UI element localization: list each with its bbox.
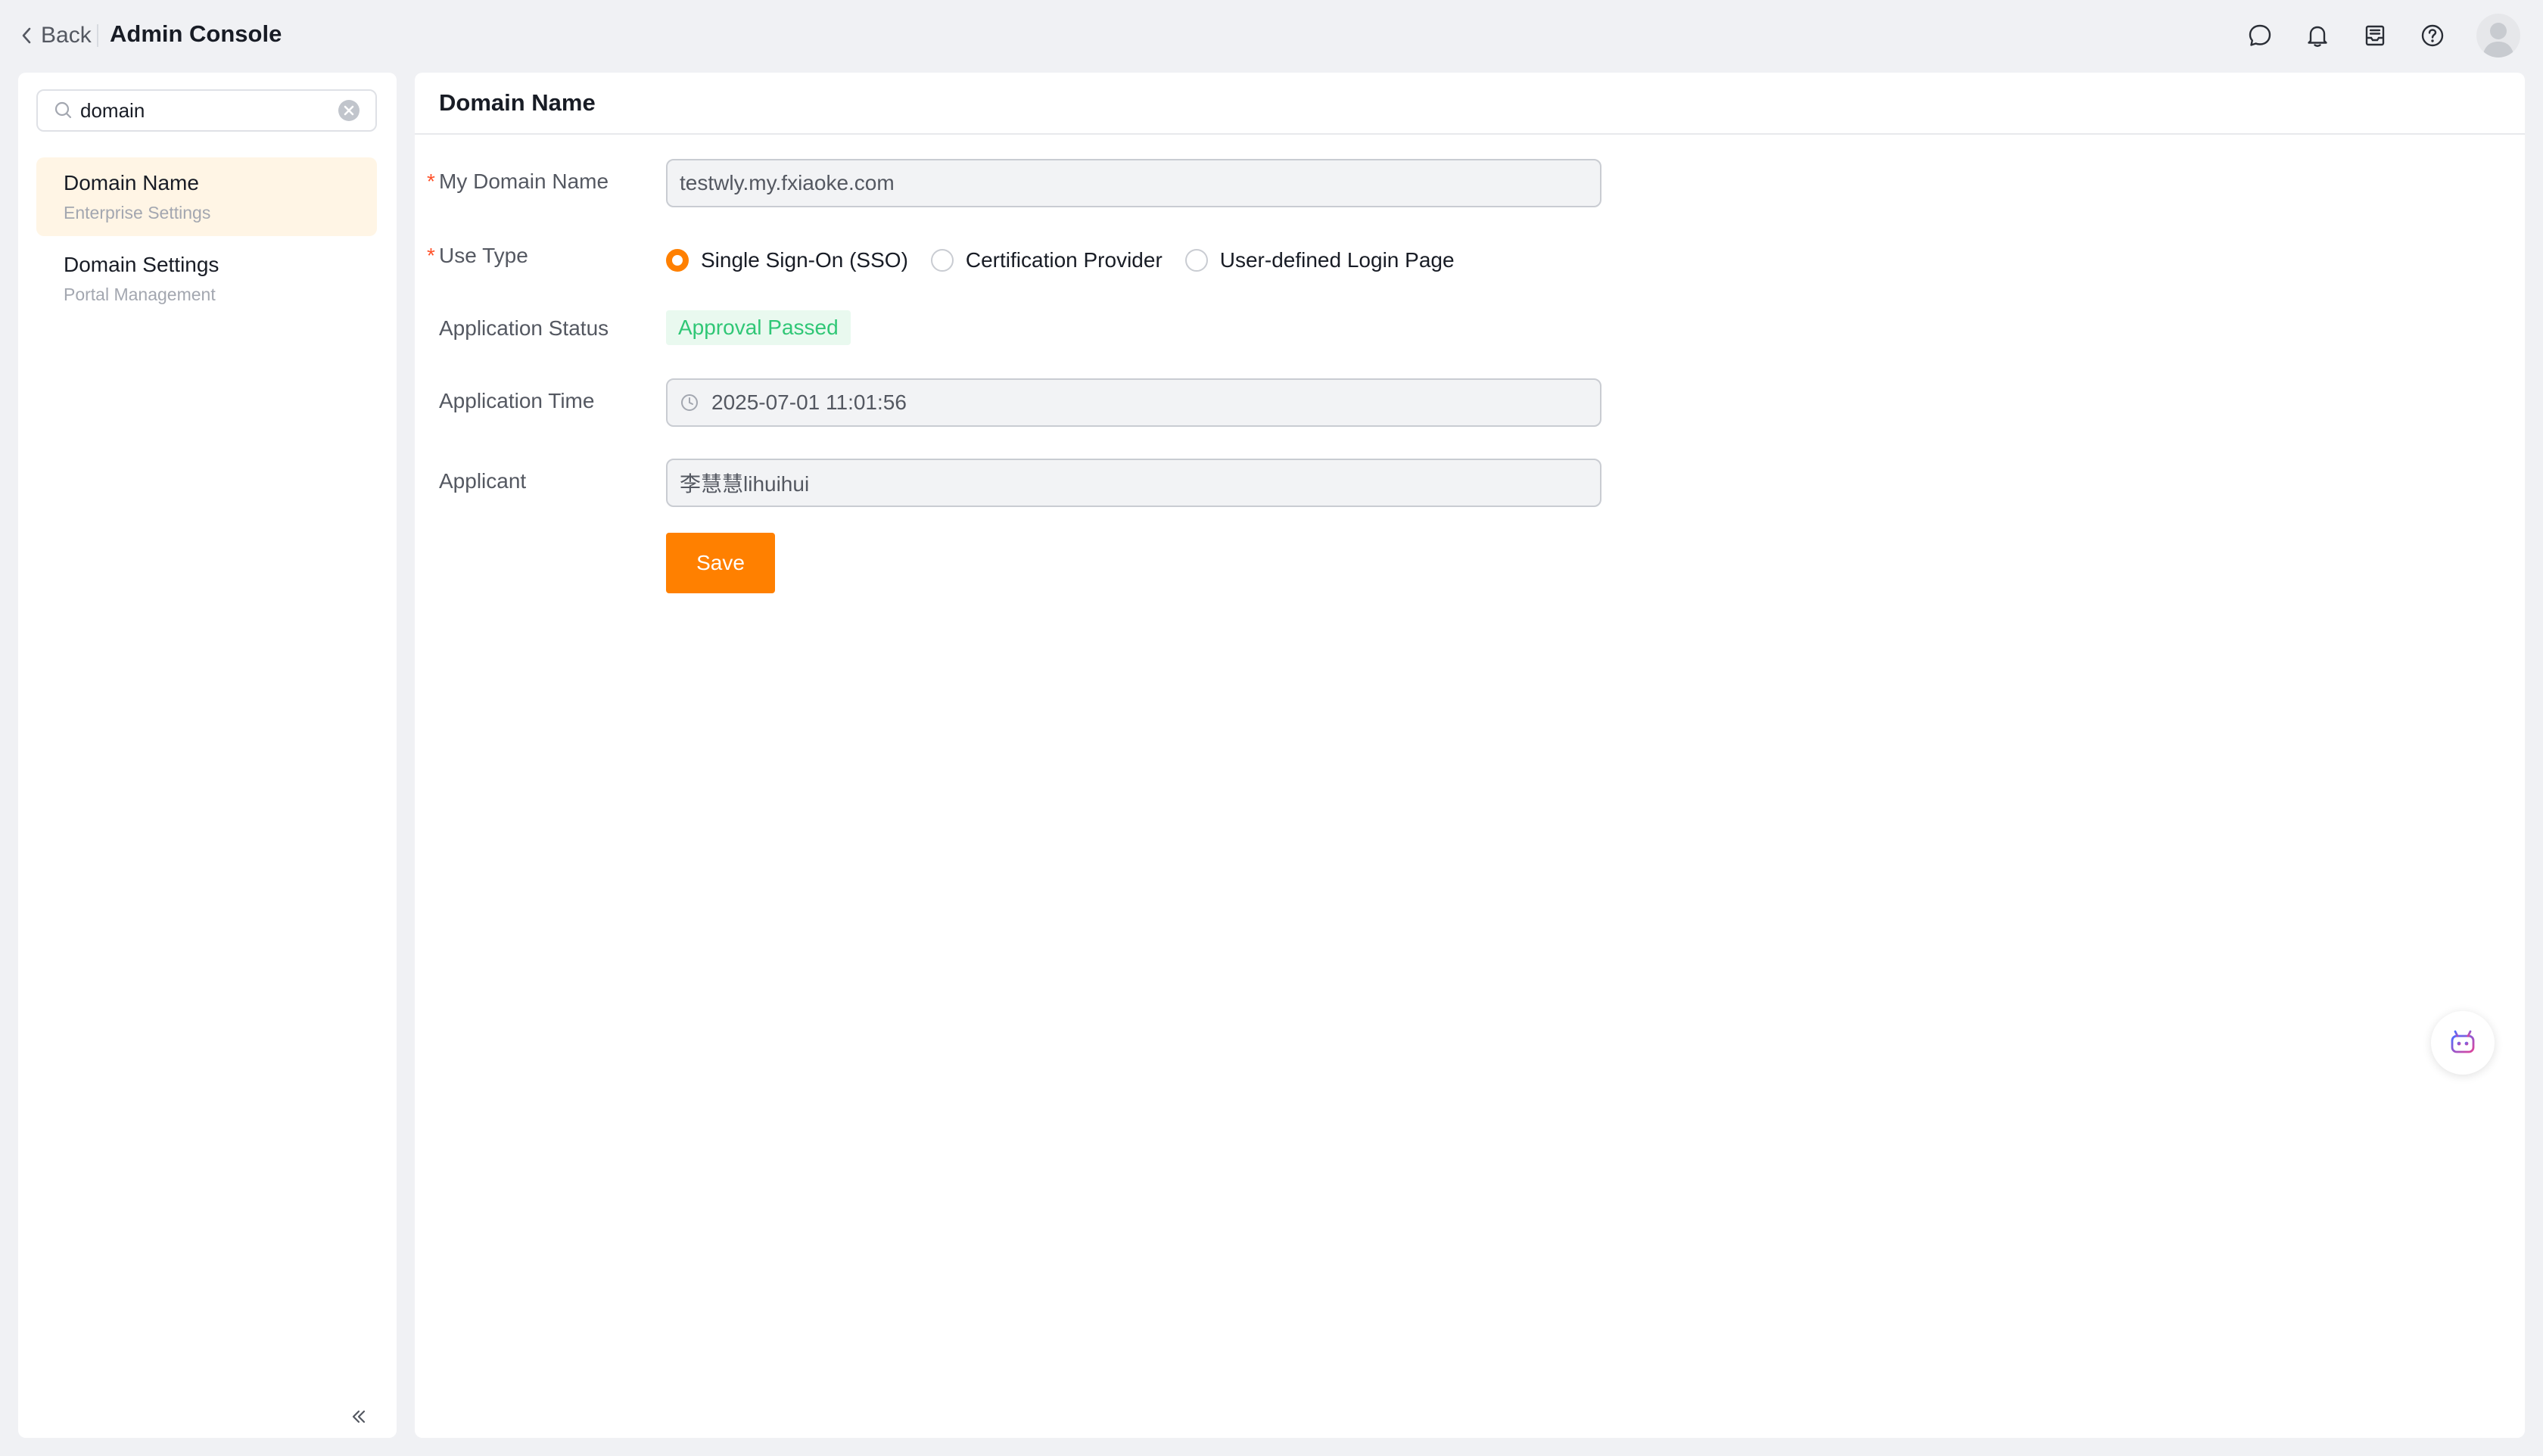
search-input[interactable] — [79, 98, 336, 123]
collapse-sidebar-icon[interactable] — [348, 1406, 369, 1427]
radio-circle-selected — [666, 249, 689, 272]
page-title: Domain Name — [439, 89, 596, 116]
ai-assistant-button[interactable] — [2431, 1011, 2495, 1075]
main-panel: Domain Name * My Domain Name testwly.my.… — [415, 73, 2525, 1438]
radio-circle — [1184, 249, 1208, 272]
required-mark: * — [427, 244, 435, 267]
time-field[interactable]: 2025-07-01 11:01:56 — [666, 378, 1601, 427]
top-icons — [2219, 14, 2520, 58]
sidebar-item-title: Domain Settings — [64, 253, 219, 276]
time-value: 2025-07-01 11:01:56 — [711, 390, 907, 414]
radio-user-defined-login-page[interactable]: User-defined Login Page — [1184, 248, 1455, 272]
radio-label: Certification Provider — [965, 248, 1163, 272]
sidebar-item-title: Domain Name — [64, 171, 199, 194]
time-label: Application Time — [439, 389, 595, 412]
back-label: Back — [41, 23, 92, 48]
bell-icon[interactable] — [2301, 19, 2334, 52]
search-icon — [54, 101, 72, 119]
sidebar-item-domain-settings[interactable]: Domain Settings Portal Management — [36, 239, 377, 318]
radio-label: User-defined Login Page — [1219, 248, 1455, 272]
avatar[interactable] — [2476, 14, 2520, 58]
save-button[interactable]: Save — [666, 533, 775, 593]
domain-field[interactable]: testwly.my.fxiaoke.com — [666, 159, 1601, 207]
title-divider — [415, 133, 2525, 135]
status-label: Application Status — [439, 316, 609, 340]
sidebar-item-domain-name[interactable]: Domain Name Enterprise Settings — [36, 157, 377, 236]
search-box — [36, 89, 377, 132]
robot-icon — [2451, 1030, 2475, 1053]
status-badge: Approval Passed — [666, 310, 851, 345]
help-icon[interactable] — [2416, 19, 2449, 52]
use-type-radio-group: Single Sign-On (SSO) Certification Provi… — [666, 244, 1477, 277]
clear-icon[interactable] — [336, 98, 362, 123]
use-type-label-text: Use Type — [439, 244, 528, 267]
domain-label: * My Domain Name — [427, 166, 609, 197]
divider — [97, 24, 98, 47]
radio-label: Single Sign-On (SSO) — [701, 248, 908, 272]
clock-icon — [681, 394, 698, 411]
sidebar-item-subtitle: Enterprise Settings — [64, 203, 211, 222]
radio-certification-provider[interactable]: Certification Provider — [930, 248, 1163, 272]
sidebar-item-subtitle: Portal Management — [64, 285, 216, 304]
app-title: Admin Console — [110, 20, 282, 47]
chevron-left-icon — [22, 27, 31, 44]
domain-value: testwly.my.fxiaoke.com — [680, 171, 895, 194]
use-type-label: * Use Type — [427, 241, 528, 271]
back-button[interactable]: Back — [18, 20, 92, 51]
inbox-icon[interactable] — [2358, 19, 2392, 52]
sidebar: Domain Name Enterprise Settings Domain S… — [18, 73, 397, 1438]
required-mark: * — [427, 170, 435, 193]
radio-circle — [930, 249, 954, 272]
applicant-field[interactable]: 李慧慧lihuihui — [666, 459, 1601, 507]
radio-sso[interactable]: Single Sign-On (SSO) — [666, 248, 908, 272]
applicant-label: Applicant — [439, 469, 527, 493]
top-bar: Back Admin Console — [0, 0, 2543, 71]
domain-label-text: My Domain Name — [439, 170, 609, 193]
chat-icon[interactable] — [2243, 19, 2277, 52]
applicant-value: 李慧慧lihuihui — [680, 472, 810, 496]
